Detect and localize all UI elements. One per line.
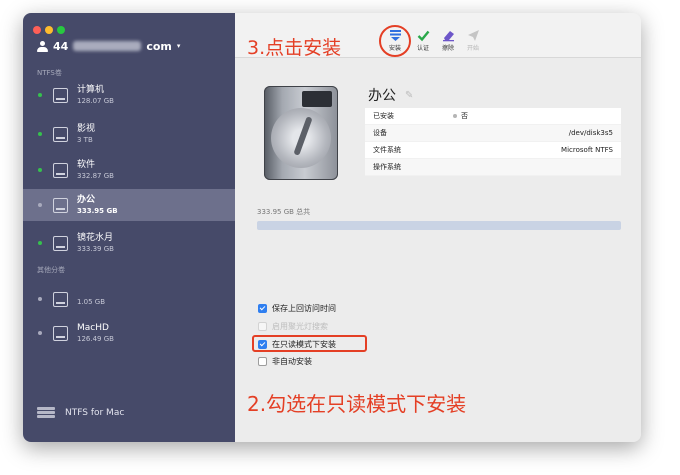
hard-drive-icon — [264, 86, 338, 180]
verify-button[interactable]: 认证 — [411, 29, 435, 52]
volume-name: 办公 — [77, 194, 96, 205]
sidebar-volume-selected[interactable]: 办公 333.95 GB — [23, 189, 235, 221]
volume-info-table: 已安装 否 设备 /dev/disk3s5 文件系统 Microsoft NTF… — [365, 108, 621, 176]
volume-size: 333.39 GB — [77, 244, 114, 253]
option-label: 保存上回访问时间 — [272, 304, 336, 313]
total-capacity: 333.95 GB 总共 — [257, 208, 311, 216]
volume-size: 126.49 GB — [77, 334, 114, 343]
info-value: Microsoft NTFS — [561, 146, 613, 154]
info-row: 文件系统 Microsoft NTFS — [365, 142, 621, 159]
option-no-auto-mount[interactable]: 非自动安装 — [258, 355, 312, 368]
annotation-step3: 3.点击安装 — [247, 37, 342, 59]
volume-name: 影视 — [77, 123, 96, 134]
pencil-icon[interactable]: ✎ — [405, 90, 413, 101]
brand: NTFS for Mac — [37, 407, 124, 419]
volume-title: 办公 — [368, 88, 396, 104]
disk-icon — [53, 197, 68, 213]
volume-size: 332.87 GB — [77, 171, 114, 180]
zoom-button[interactable] — [57, 26, 65, 34]
info-value-wrap: 否 — [453, 111, 621, 121]
info-key: 已安装 — [373, 112, 394, 120]
sidebar-volume[interactable]: 1.05 GB — [23, 283, 235, 315]
section-label-other: 其他分卷 — [37, 266, 65, 274]
brand-label: NTFS for Mac — [65, 408, 125, 418]
user-icon — [37, 40, 48, 52]
mount-label: 安装 — [388, 45, 401, 52]
info-key: 操作系统 — [373, 163, 401, 171]
main-panel: 3.点击安装 安装 认证 擦除 开始 办公 ✎ 已安装 否 设备 /dev/di… — [235, 13, 641, 442]
eraser-icon — [442, 31, 454, 42]
annotation-step2: 2.勾选在只读模式下安装 — [247, 392, 467, 416]
option-keep-access-time[interactable]: 保存上回访问时间 — [258, 302, 336, 315]
disk-icon — [53, 162, 68, 178]
info-value: /dev/disk3s5 — [568, 129, 613, 137]
disk-icon — [53, 235, 68, 251]
close-button[interactable] — [33, 26, 41, 34]
checkbox[interactable] — [258, 304, 267, 313]
status-dot-icon — [453, 114, 457, 118]
info-row: 设备 /dev/disk3s5 — [365, 125, 621, 142]
sidebar: 44 com ▾ NTFS卷 计算机 128.07 GB 影视 3 TB 软件 … — [23, 13, 235, 442]
option-label: 非自动安装 — [272, 357, 312, 366]
toolbar: 3.点击安装 安装 认证 擦除 开始 — [235, 13, 641, 59]
drive-stack-icon — [37, 407, 55, 419]
volume-name: 镜花水月 — [77, 232, 114, 243]
disk-icon — [53, 325, 68, 341]
volume-size: 1.05 GB — [77, 298, 106, 306]
account-suffix: com — [146, 39, 172, 53]
checkbox[interactable] — [258, 357, 267, 366]
mounted-dot-icon — [38, 168, 42, 172]
section-label-ntfs: NTFS卷 — [37, 69, 62, 77]
start-button[interactable]: 开始 — [461, 29, 485, 52]
unmounted-dot-icon — [38, 203, 42, 207]
verify-label: 认证 — [416, 45, 429, 52]
chevron-down-icon: ▾ — [176, 42, 181, 50]
capacity-bar — [257, 221, 621, 230]
disk-icon — [53, 291, 68, 307]
info-value: 否 — [461, 112, 468, 120]
window-controls — [33, 19, 69, 38]
option-spotlight[interactable]: 启用聚光灯搜索 — [258, 320, 328, 333]
erase-button[interactable]: 擦除 — [436, 29, 460, 52]
info-row: 操作系统 — [365, 159, 621, 176]
volume-name: 软件 — [77, 159, 96, 170]
mount-button[interactable]: 安装 — [383, 29, 407, 52]
volume-size: 3 TB — [77, 135, 93, 144]
highlight-rectangle — [252, 335, 367, 352]
volume-size: 128.07 GB — [77, 96, 114, 105]
minimize-button[interactable] — [45, 26, 53, 34]
unmounted-dot-icon — [38, 331, 42, 335]
checkmark-icon — [417, 30, 429, 42]
redacted-email — [73, 41, 142, 51]
volume-name: MacHD — [77, 322, 109, 333]
account-menu[interactable]: 44 com ▾ — [37, 37, 180, 55]
info-row: 已安装 否 — [365, 108, 621, 125]
app-window: 44 com ▾ NTFS卷 计算机 128.07 GB 影视 3 TB 软件 … — [23, 13, 641, 442]
sidebar-volume[interactable]: MacHD 126.49 GB — [23, 317, 235, 349]
sidebar-volume[interactable]: 影视 3 TB — [23, 118, 235, 150]
mount-icon — [389, 30, 401, 41]
mounted-dot-icon — [38, 241, 42, 245]
mounted-dot-icon — [38, 132, 42, 136]
volume-size: 333.95 GB — [77, 206, 118, 215]
sidebar-volume[interactable]: 镜花水月 333.39 GB — [23, 227, 235, 259]
info-key: 设备 — [373, 129, 387, 137]
sidebar-volume[interactable]: 计算机 128.07 GB — [23, 79, 235, 111]
start-label: 开始 — [466, 45, 479, 52]
volume-name: 计算机 — [77, 84, 105, 95]
mounted-dot-icon — [38, 93, 42, 97]
disk-icon — [53, 87, 68, 103]
erase-label: 擦除 — [441, 45, 454, 52]
info-key: 文件系统 — [373, 146, 401, 154]
checkbox[interactable] — [258, 322, 267, 331]
disk-icon — [53, 126, 68, 142]
option-label: 启用聚光灯搜索 — [272, 322, 328, 331]
paper-plane-icon — [467, 30, 479, 41]
unmounted-dot-icon — [38, 297, 42, 301]
account-prefix: 44 — [53, 39, 69, 53]
sidebar-volume[interactable]: 软件 332.87 GB — [23, 154, 235, 186]
